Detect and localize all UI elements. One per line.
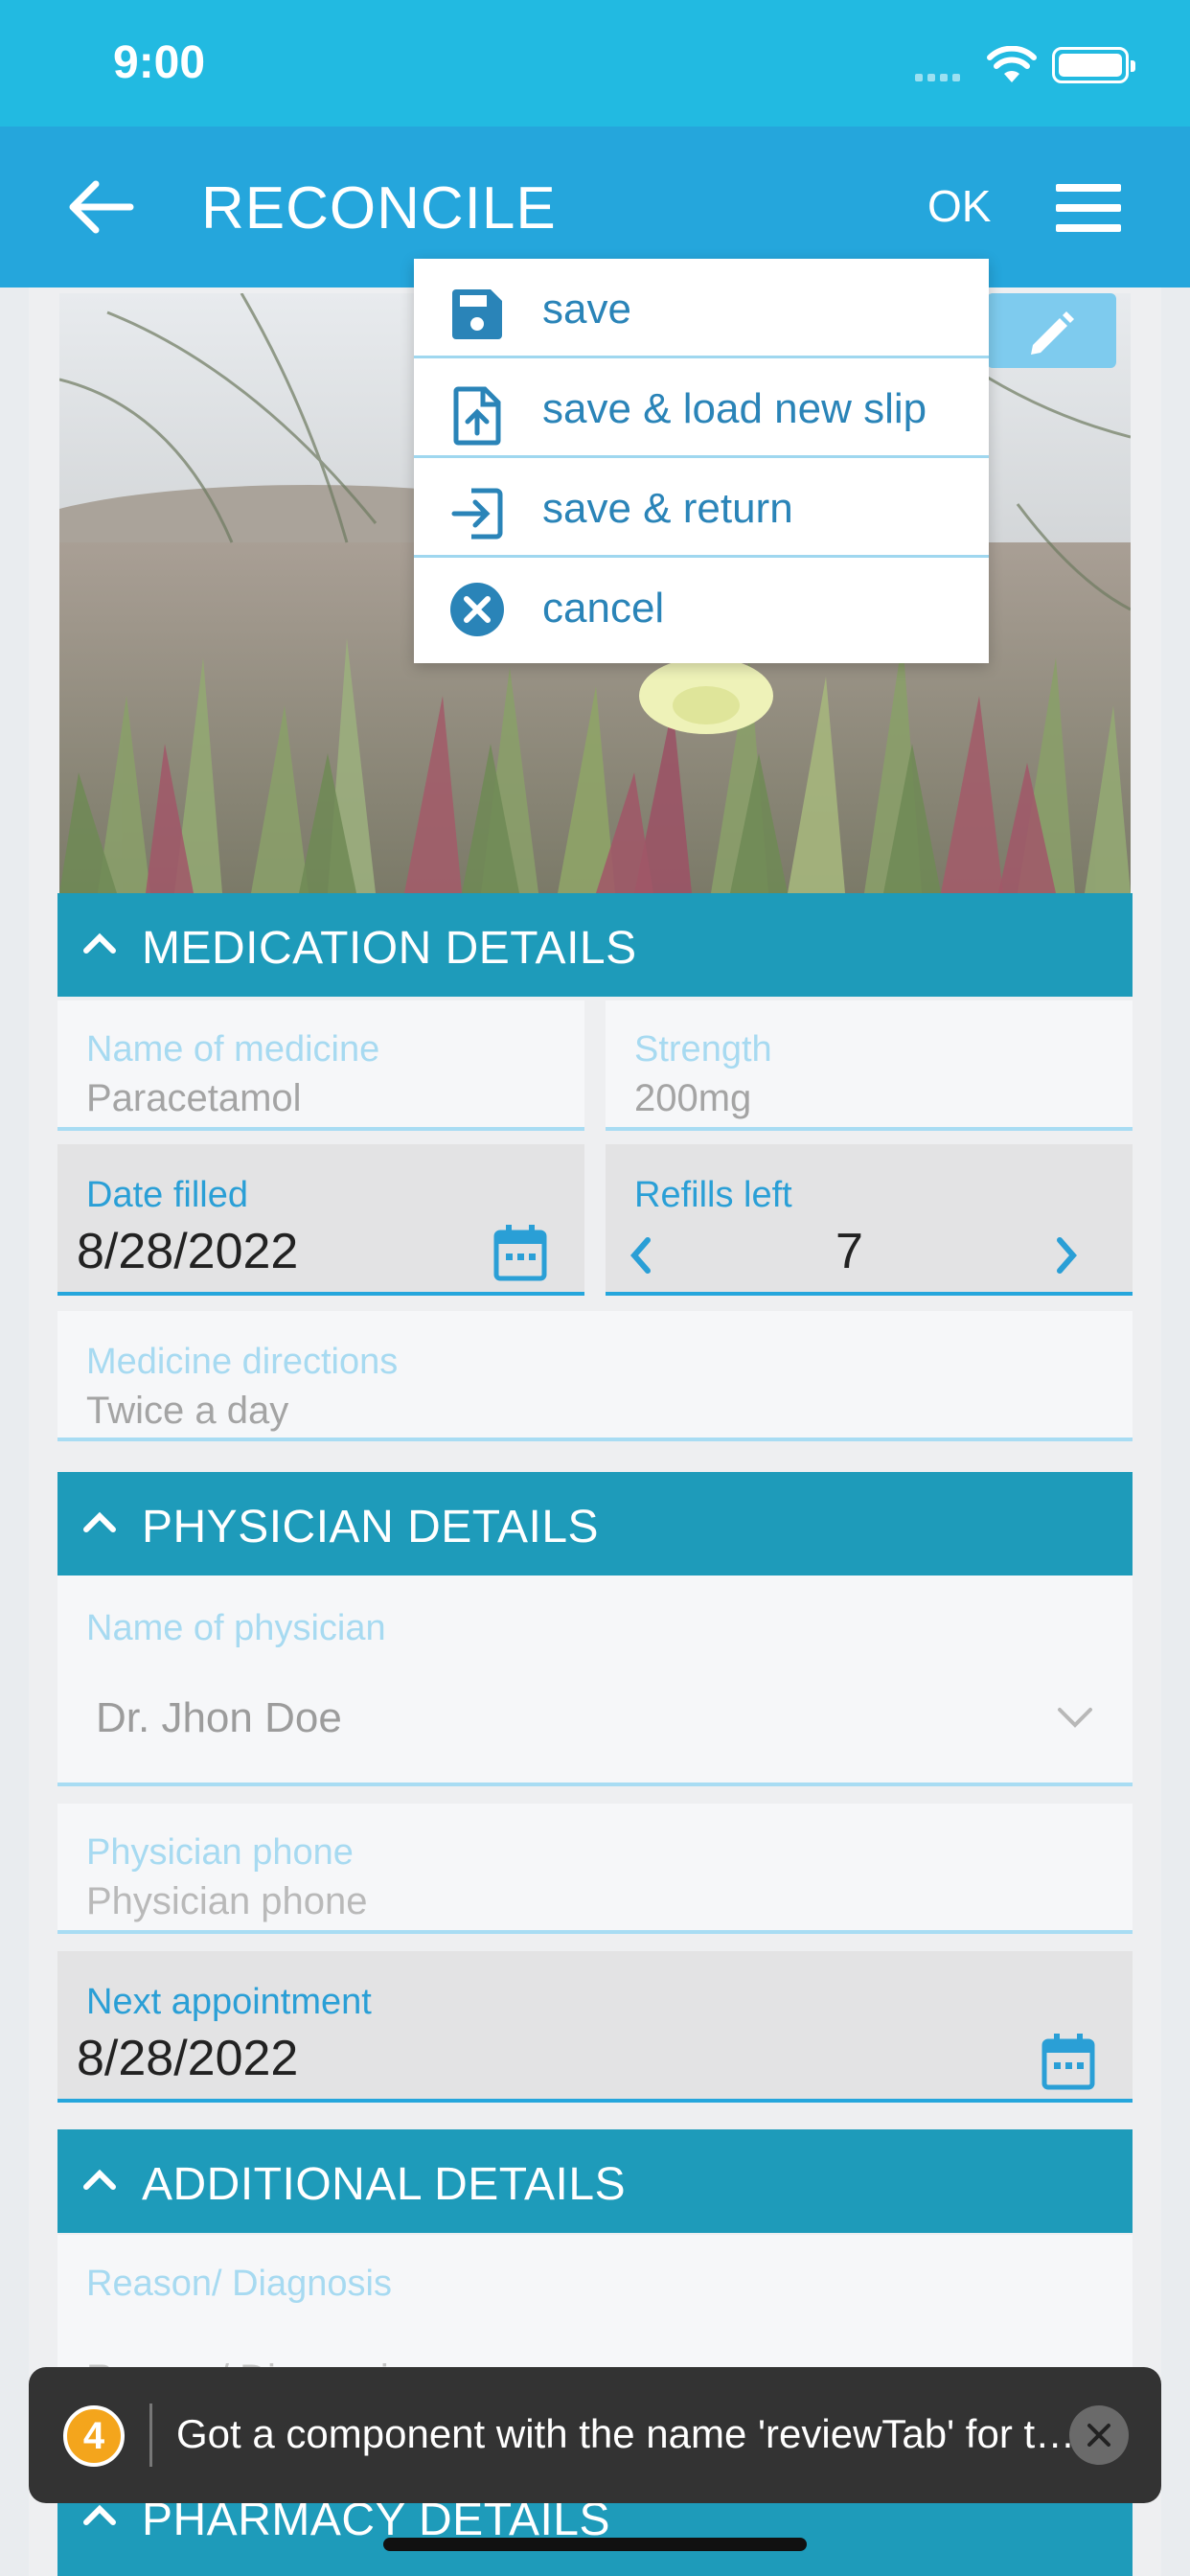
medicine-name-field[interactable]: Name of medicine Paracetamol <box>57 1000 584 1131</box>
close-circle-icon <box>450 583 504 636</box>
status-time: 9:00 <box>113 37 206 88</box>
field-label: Medicine directions <box>86 1342 399 1382</box>
file-upload-icon <box>453 386 501 446</box>
field-label: Name of physician <box>86 1608 386 1648</box>
medicine-directions-field[interactable]: Medicine directions Twice a day <box>57 1311 1133 1441</box>
field-label: Reason/ Diagnosis <box>86 2264 392 2304</box>
edit-image-button[interactable] <box>987 293 1116 368</box>
sign-in-icon <box>451 488 503 540</box>
cellular-signal-icon <box>915 69 965 86</box>
menu-label: cancel <box>542 585 665 632</box>
toast-message: Got a component with the name 'reviewTab… <box>176 2411 1077 2456</box>
chevron-up-icon <box>83 2169 116 2190</box>
calendar-icon[interactable] <box>1041 2032 1096 2091</box>
field-value: 200mg <box>634 1077 752 1119</box>
field-label: Date filled <box>86 1175 248 1215</box>
menu-item-save[interactable]: save <box>414 259 989 358</box>
warning-count-badge: 4 <box>63 2405 125 2467</box>
pencil-icon <box>1031 311 1074 355</box>
hamburger-menu-icon[interactable] <box>1056 184 1121 232</box>
field-value: 8/28/2022 <box>77 2031 299 2086</box>
wifi-icon <box>987 46 1037 82</box>
home-indicator[interactable] <box>383 2538 807 2551</box>
decrement-chevron-left-icon[interactable] <box>627 1234 655 1276</box>
physician-name-select[interactable]: Name of physician Dr. Jhon Doe <box>57 1576 1133 1786</box>
field-label: Refills left <box>634 1175 792 1215</box>
field-value: Twice a day <box>86 1390 289 1432</box>
menu-item-save-load-new-slip[interactable]: save & load new slip <box>414 358 989 458</box>
field-label: Next appointment <box>86 1982 372 2022</box>
menu-item-cancel[interactable]: cancel <box>414 558 989 657</box>
calendar-icon[interactable] <box>492 1223 548 1282</box>
ok-button[interactable]: OK <box>927 180 991 232</box>
divider <box>149 2404 152 2467</box>
status-bar: 9:00 <box>0 0 1190 126</box>
menu-label: save <box>542 286 631 333</box>
next-appointment-field[interactable]: Next appointment 8/28/2022 <box>57 1951 1133 2103</box>
refills-value: 7 <box>835 1224 863 1279</box>
overflow-menu: save save & load new slip save & return … <box>414 259 989 663</box>
section-title: MEDICATION DETAILS <box>142 923 637 974</box>
field-value: Paracetamol <box>86 1077 302 1119</box>
field-placeholder: Physician phone <box>86 1880 368 1922</box>
section-header-physician[interactable]: PHYSICIAN DETAILS <box>57 1472 1133 1576</box>
menu-label: save & return <box>542 485 793 532</box>
battery-icon <box>1052 47 1135 83</box>
toast-close-button[interactable] <box>1069 2405 1129 2465</box>
physician-phone-input[interactable]: Physician phone Physician phone <box>57 1804 1133 1934</box>
field-value: 8/28/2022 <box>77 1224 299 1279</box>
section-title: PHYSICIAN DETAILS <box>142 1502 600 1552</box>
menu-item-save-return[interactable]: save & return <box>414 458 989 558</box>
section-title: ADDITIONAL DETAILS <box>142 2159 627 2210</box>
close-icon <box>1087 2424 1110 2447</box>
refills-left-stepper[interactable]: Refills left 7 <box>606 1144 1133 1296</box>
increment-chevron-right-icon[interactable] <box>1052 1234 1081 1276</box>
warning-toast[interactable]: 4 Got a component with the name 'reviewT… <box>29 2367 1161 2503</box>
strength-field[interactable]: Strength 200mg <box>606 1000 1133 1131</box>
chevron-up-icon <box>83 932 116 954</box>
field-label: Strength <box>634 1029 772 1070</box>
section-header-additional[interactable]: ADDITIONAL DETAILS <box>57 2129 1133 2233</box>
chevron-up-icon <box>83 1511 116 1532</box>
floppy-disk-icon <box>452 289 502 339</box>
menu-label: save & load new slip <box>542 385 927 432</box>
back-arrow-icon[interactable] <box>67 178 134 236</box>
section-header-medication[interactable]: MEDICATION DETAILS <box>57 893 1133 997</box>
chevron-down-icon <box>1058 1708 1092 1728</box>
page-title: RECONCILE <box>201 175 557 242</box>
date-filled-field[interactable]: Date filled 8/28/2022 <box>57 1144 584 1296</box>
field-label: Physician phone <box>86 1832 354 1873</box>
selected-value: Dr. Jhon Doe <box>96 1694 342 1741</box>
field-label: Name of medicine <box>86 1029 380 1070</box>
